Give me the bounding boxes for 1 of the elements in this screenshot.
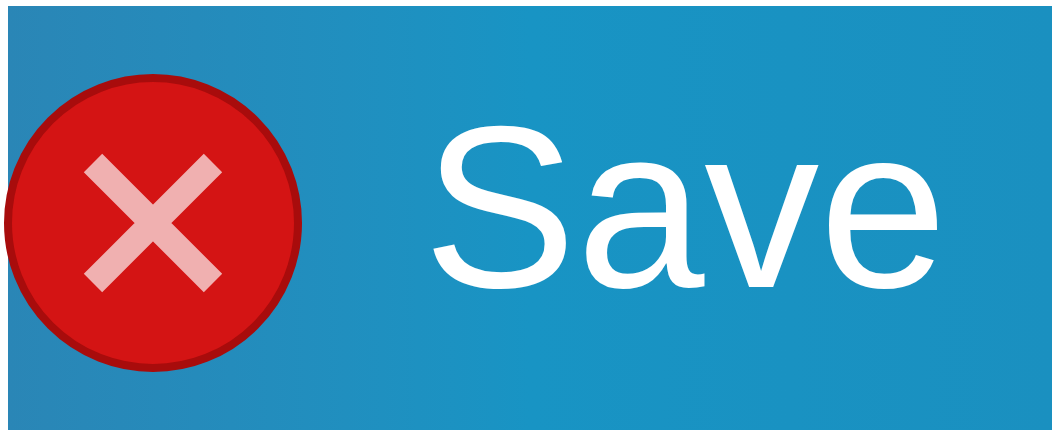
close-icon (3, 73, 303, 373)
